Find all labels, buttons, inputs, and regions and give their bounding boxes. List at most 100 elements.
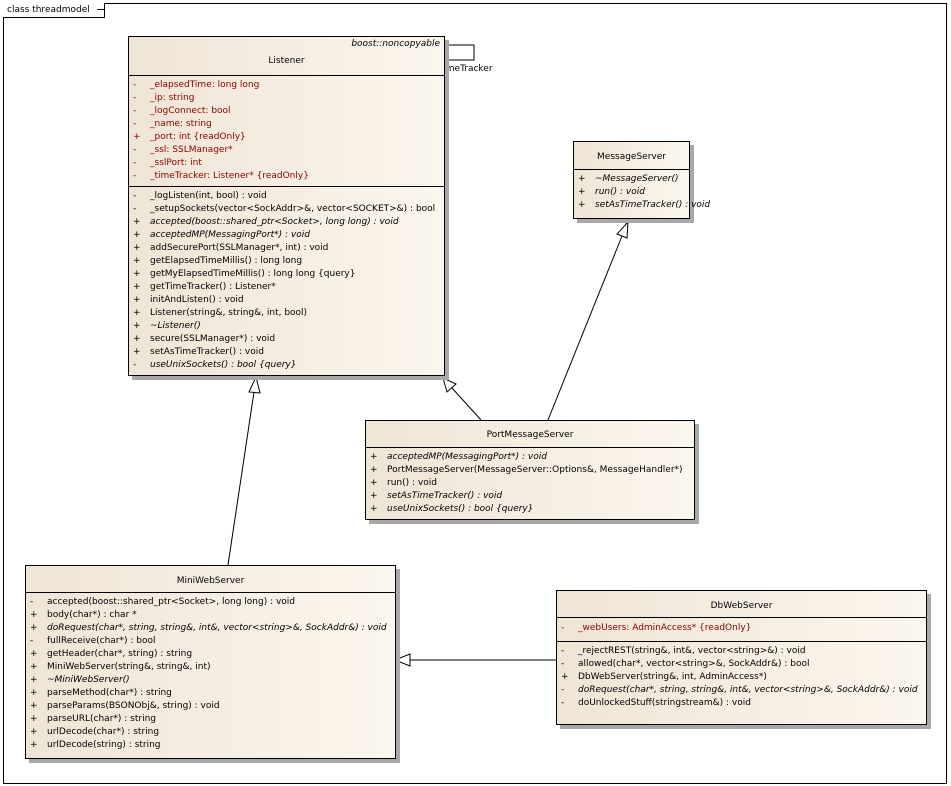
visibility-marker: + — [578, 187, 586, 197]
operation-row[interactable]: + addSecurePort(SSLManager*, int) : void — [129, 242, 444, 255]
visibility-marker: + — [370, 478, 378, 488]
visibility-marker: + — [133, 132, 141, 142]
operation-row[interactable]: - doRequest(char*, string, string&, int&,… — [557, 684, 926, 697]
class-listener[interactable]: boost::noncopyable Listener - _elapsedTim… — [128, 36, 445, 376]
generalization-arrowhead — [248, 375, 261, 394]
operation-row[interactable]: + ~Listener() — [129, 320, 444, 333]
operation-row[interactable]: - doUnlockedStuff(stringstream&) : void — [557, 697, 926, 710]
attribute-row[interactable]: - _timeTracker: Listener* {readOnly} — [129, 170, 444, 183]
visibility-marker: + — [370, 491, 378, 501]
operation-text: MiniWebServer(string&, string&, int) — [47, 662, 211, 672]
visibility-marker: + — [133, 334, 141, 344]
operation-row[interactable]: - _rejectREST(string&, int&, vector<strin… — [557, 645, 926, 658]
class-port-message-server[interactable]: PortMessageServer + acceptedMP(MessagingP… — [365, 420, 695, 520]
class-mini-web-server[interactable]: MiniWebServer - accepted(boost::shared_pt… — [25, 565, 396, 759]
class-name: MiniWebServer — [176, 576, 245, 586]
visibility-marker: + — [30, 662, 38, 672]
operation-row[interactable]: + parseParams(BSONObj&, string) : void — [26, 700, 395, 713]
operation-row[interactable]: + secure(SSLManager*) : void — [129, 333, 444, 346]
attribute-text: _name: string — [150, 119, 212, 129]
visibility-marker: + — [30, 675, 38, 685]
attribute-row[interactable]: - _elapsedTime: long long — [129, 79, 444, 92]
operation-text: getElapsedTimeMillis() : long long — [150, 256, 303, 266]
operation-text: doRequest(char*, string, string&, int&, … — [578, 685, 918, 695]
operation-row[interactable]: + getTimeTracker() : Listener* — [129, 281, 444, 294]
operation-row[interactable]: - useUnixSockets() : bool {query} — [129, 359, 444, 372]
operation-row[interactable]: + ~MiniWebServer() — [26, 674, 395, 687]
operation-text: initAndListen() : void — [150, 295, 244, 305]
visibility-marker: + — [133, 321, 141, 331]
operation-text: parseURL(char*) : string — [47, 714, 156, 724]
operation-row[interactable]: - _setupSockets(vector<SockAddr>&, vector… — [129, 203, 444, 216]
operation-row[interactable]: + DbWebServer(string&, int, AdminAccess*) — [557, 671, 926, 684]
operation-text: setAsTimeTracker() : void — [387, 491, 503, 501]
operation-text: ~Listener() — [150, 321, 201, 331]
visibility-marker: - — [30, 636, 34, 646]
attribute-row[interactable]: - _webUsers: AdminAccess* {readOnly} — [557, 622, 926, 635]
operation-row[interactable]: + PortMessageServer(MessageServer::Option… — [366, 464, 694, 477]
operation-text: secure(SSLManager*) : void — [150, 334, 276, 344]
operation-row[interactable]: - fullReceive(char*) : bool — [26, 635, 395, 648]
class-name: PortMessageServer — [486, 430, 574, 440]
operation-row[interactable]: + acceptedMP(MessagingPort*) : void — [366, 451, 694, 464]
visibility-marker: + — [133, 256, 141, 266]
operation-text: run() : void — [595, 187, 645, 197]
attribute-row[interactable]: - _sslPort: int — [129, 157, 444, 170]
operation-row[interactable]: + body(char*) : char * — [26, 609, 395, 622]
operation-row[interactable]: + getElapsedTimeMillis() : long long — [129, 255, 444, 268]
operation-row[interactable]: + acceptedMP(MessagingPort*) : void — [129, 229, 444, 242]
visibility-marker: - — [133, 360, 137, 370]
operation-row[interactable]: - _logListen(int, bool) : void — [129, 190, 444, 203]
attribute-text: _webUsers: AdminAccess* {readOnly} — [578, 623, 752, 633]
operation-row[interactable]: + ~MessageServer() — [574, 173, 689, 186]
attribute-row[interactable]: - _ssl: SSLManager* — [129, 144, 444, 157]
operation-row[interactable]: + initAndListen() : void — [129, 294, 444, 307]
operation-row[interactable]: + run() : void — [366, 477, 694, 490]
class-name: MessageServer — [597, 152, 666, 162]
operation-row[interactable]: + MiniWebServer(string&, string&, int) — [26, 661, 395, 674]
operation-row[interactable]: + run() : void — [574, 186, 689, 199]
visibility-marker: + — [133, 230, 141, 240]
operation-row[interactable]: + parseMethod(char*) : string — [26, 687, 395, 700]
attribute-row[interactable]: + _port: int {readOnly} — [129, 131, 444, 144]
operation-row[interactable]: - accepted(boost::shared_ptr<Socket>, lon… — [26, 596, 395, 609]
visibility-marker: + — [30, 701, 38, 711]
operation-text: allowed(char*, vector<string>&, SockAddr… — [578, 659, 810, 669]
operation-row[interactable]: - allowed(char*, vector<string>&, SockAdd… — [557, 658, 926, 671]
visibility-marker: + — [561, 672, 569, 682]
operation-row[interactable]: + parseURL(char*) : string — [26, 713, 395, 726]
operation-row[interactable]: + doRequest(char*, string, string&, int&,… — [26, 622, 395, 635]
operation-row[interactable]: + getMyElapsedTimeMillis() : long long {q… — [129, 268, 444, 281]
operation-row[interactable]: + setAsTimeTracker() : void — [366, 490, 694, 503]
operation-row[interactable]: + urlDecode(char*) : string — [26, 726, 395, 739]
visibility-marker: - — [30, 597, 34, 607]
class-message-server[interactable]: MessageServer + ~MessageServer() + run() : … — [573, 141, 710, 219]
operation-row[interactable]: + setAsTimeTracker() : void — [574, 199, 710, 212]
generalization-arrowhead — [616, 220, 629, 239]
operation-row[interactable]: + urlDecode(string) : string — [26, 739, 395, 752]
operation-text: doRequest(char*, string, string&, int&, … — [47, 623, 387, 633]
operations-section: - _rejectREST(string&, int&, vector<strin… — [557, 642, 926, 724]
visibility-marker: - — [561, 698, 565, 708]
visibility-marker: + — [133, 217, 141, 227]
attribute-row[interactable]: - _ip: string — [129, 92, 444, 105]
class-db-web-server[interactable]: DbWebServer - _webUsers: AdminAccess* {re… — [556, 590, 927, 725]
operation-row[interactable]: + accepted(boost::shared_ptr<Socket>, lon… — [129, 216, 444, 229]
operation-row[interactable]: + setAsTimeTracker() : void — [129, 346, 444, 359]
attribute-row[interactable]: - _name: string — [129, 118, 444, 131]
attribute-text: _logConnect: bool — [150, 106, 231, 116]
attribute-row[interactable]: - _logConnect: bool — [129, 105, 444, 118]
operation-row[interactable]: + useUnixSockets() : bool {query} — [366, 503, 694, 516]
operation-row[interactable]: + getHeader(char*, string) : string — [26, 648, 395, 661]
visibility-marker: - — [561, 646, 565, 656]
operation-text: ~MiniWebServer() — [47, 675, 130, 685]
visibility-marker: + — [578, 200, 586, 210]
visibility-marker: + — [133, 347, 141, 357]
generalization-arrowhead — [393, 653, 411, 667]
operation-text: urlDecode(char*) : string — [47, 727, 160, 737]
operation-text: fullReceive(char*) : bool — [47, 636, 156, 646]
operation-text: parseParams(BSONObj&, string) : void — [47, 701, 220, 711]
operation-row[interactable]: + Listener(string&, string&, int, bool) — [129, 307, 444, 320]
visibility-marker: + — [30, 740, 38, 750]
generalization-miniwebserver-listener — [227, 391, 255, 566]
